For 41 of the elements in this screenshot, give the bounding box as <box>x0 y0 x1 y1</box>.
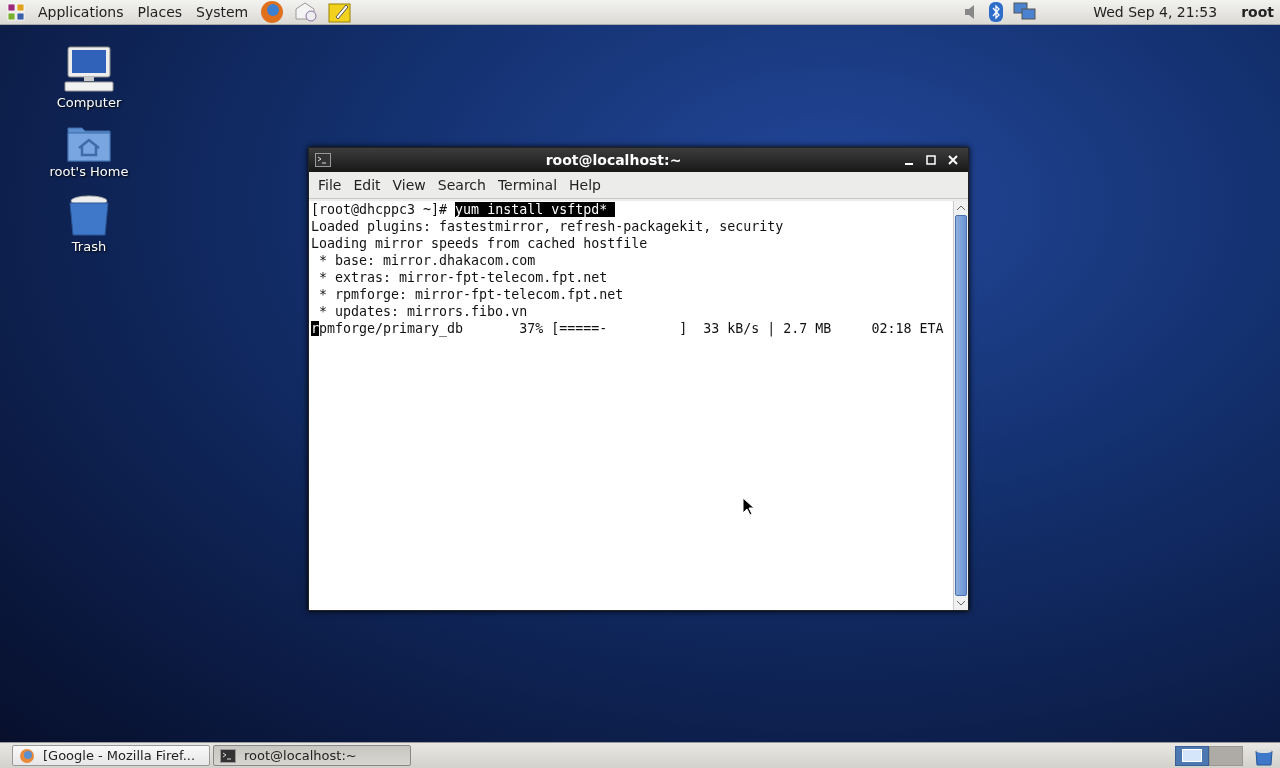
terminal-line: [root@dhcppc3 ~]# yum install vsftpd* <box>311 201 951 218</box>
menu-item[interactable]: Edit <box>347 175 387 195</box>
taskbar-button[interactable]: [Google - Mozilla Firef... <box>12 745 210 766</box>
terminal-line: * updates: mirrors.fibo.vn <box>318 303 529 320</box>
computer-icon <box>64 45 114 93</box>
network-icon[interactable] <box>1013 2 1038 22</box>
workspace-switcher-item[interactable] <box>1209 745 1243 766</box>
bluetooth-icon[interactable] <box>989 2 1004 22</box>
window-title: root@localhost:~ <box>544 152 683 168</box>
browser-icon[interactable] <box>260 0 285 24</box>
terminal-line: * rpmforge: mirror-fpt-telecom.fpt.net <box>318 286 625 303</box>
menu-item[interactable]: Help <box>563 175 607 195</box>
terminal-line: rpmforge/primary_db 37% [=====- ] 33 kB/s | 2.7 MB 02:18 ETA <box>311 320 945 337</box>
mail-clock-icon[interactable] <box>294 1 319 23</box>
terminal-icon <box>220 748 236 763</box>
clock[interactable]: Wed Sep 4, 21:53 <box>1093 4 1218 20</box>
panel-menu[interactable]: Applications <box>36 4 126 20</box>
workspace-switcher-item[interactable] <box>1175 745 1209 766</box>
desktop-icon-label[interactable]: Trash <box>71 239 107 254</box>
browser-icon <box>19 747 35 764</box>
window-terminal-icon <box>315 153 331 167</box>
menu-item[interactable]: File <box>312 175 348 195</box>
terminal-line: Loaded plugins: fastestmirror, refresh-packagekit, security <box>311 218 785 235</box>
terminal-line: * base: mirror.dhakacom.com <box>318 252 537 269</box>
terminal-line: Loading mirror speeds from cached hostfile <box>311 235 649 252</box>
menu-item[interactable]: Terminal <box>491 175 564 195</box>
applications-logo-icon[interactable] <box>6 2 26 22</box>
menu-item[interactable]: Search <box>431 175 492 195</box>
panel-menu[interactable]: Places <box>135 4 185 20</box>
trash-icon <box>67 193 111 237</box>
menu-item[interactable]: View <box>386 175 432 195</box>
terminal-line: * extras: mirror-fpt-telecom.fpt.net <box>318 269 609 286</box>
taskbar-button[interactable]: root@localhost:~ <box>213 745 411 766</box>
desktop-icon-label[interactable]: Computer <box>56 95 122 110</box>
mouse-pointer-icon <box>742 497 754 516</box>
user-name[interactable]: root <box>1241 4 1274 20</box>
notepad-icon[interactable] <box>328 1 353 23</box>
desktop-icon-label[interactable]: root's Home <box>49 164 129 179</box>
home-folder-icon <box>67 124 111 162</box>
panel-menu[interactable]: System <box>194 4 251 20</box>
scrollbar[interactable] <box>953 201 968 610</box>
